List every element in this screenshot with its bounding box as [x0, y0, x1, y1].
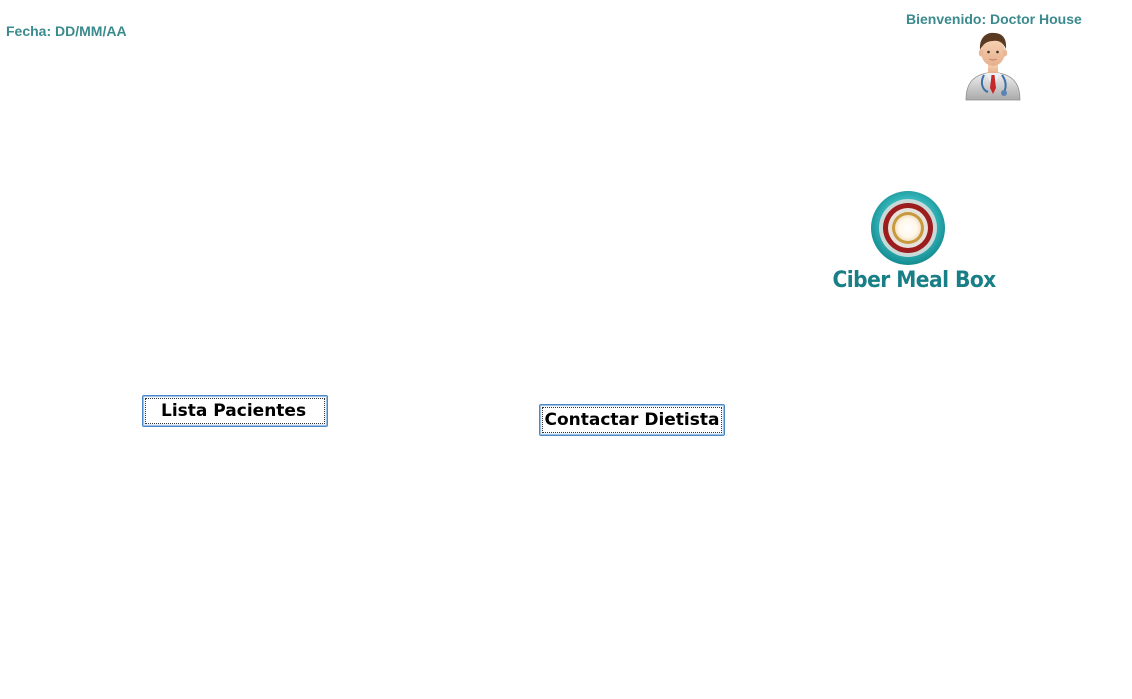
brand-name: Ciber Meal Box: [832, 268, 996, 293]
welcome-text: Bienvenido: Doctor House: [906, 11, 1082, 27]
contact-dietitian-button-label: Contactar Dietista: [542, 407, 722, 433]
patient-list-button-label: Lista Pacientes: [145, 398, 325, 424]
contact-dietitian-button[interactable]: Contactar Dietista: [539, 404, 725, 436]
doctor-avatar-icon: [960, 30, 1026, 102]
date-label: Fecha: DD/MM/AA: [6, 23, 127, 39]
ciber-meal-box-logo: [870, 190, 946, 266]
patient-list-button[interactable]: Lista Pacientes: [142, 395, 328, 427]
